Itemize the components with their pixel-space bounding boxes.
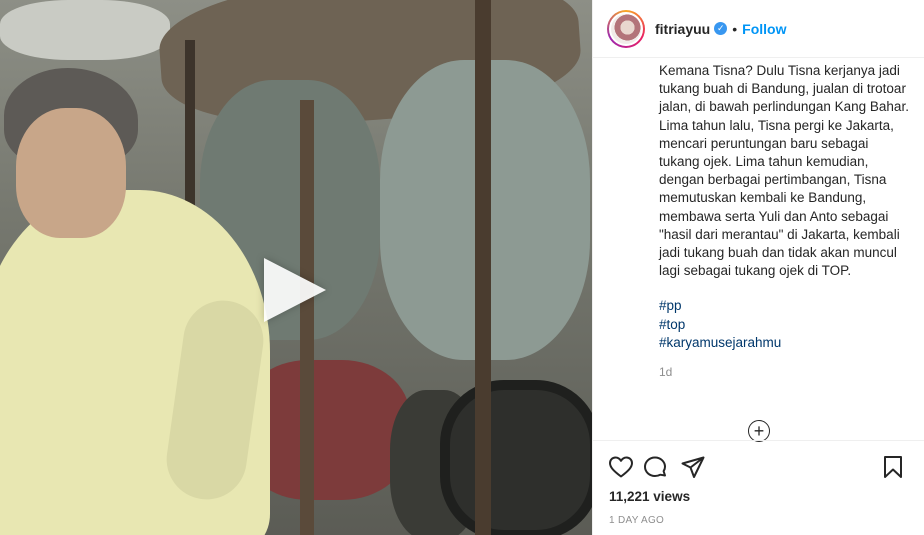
heart-icon[interactable] — [607, 453, 635, 481]
hashtag-link[interactable]: #top — [659, 316, 909, 334]
avatar-image — [609, 11, 643, 46]
post-header: fitriayuu ✓ • Follow — [593, 0, 924, 58]
post-caption: Kemana Tisna? Dulu Tisna kerjanya jadi t… — [659, 63, 909, 279]
hashtag-link[interactable]: #pp — [659, 297, 909, 315]
follow-button[interactable]: Follow — [742, 21, 786, 37]
video-frame-background — [0, 0, 170, 60]
load-more-comments-icon[interactable]: + — [748, 420, 770, 442]
action-icons — [607, 453, 913, 481]
comments-section[interactable]: Kemana Tisna? Dulu Tisna kerjanya jadi t… — [593, 58, 924, 451]
post-actions: 11,221 views 1 DAY AGO — [593, 440, 924, 535]
post-sidebar: fitriayuu ✓ • Follow Kemana Tisna? Dulu … — [592, 0, 924, 535]
avatar[interactable] — [607, 9, 645, 48]
view-count[interactable]: 11,221 views — [609, 489, 690, 504]
share-icon[interactable] — [679, 453, 707, 481]
separator-dot: • — [732, 20, 738, 37]
verified-badge-icon: ✓ — [714, 22, 728, 35]
comment-icon[interactable] — [641, 453, 669, 481]
play-icon[interactable] — [264, 258, 326, 322]
video-frame-pole — [475, 0, 491, 535]
hashtag-list: #pp #top #karyamusejarahmu — [659, 297, 909, 352]
username-link[interactable]: fitriayuu — [655, 21, 710, 37]
video-player[interactable] — [0, 0, 592, 535]
hashtag-link[interactable]: #karyamusejarahmu — [659, 334, 909, 352]
video-frame-bicycle-wheel — [440, 380, 592, 535]
caption-time[interactable]: 1d — [659, 365, 909, 379]
video-frame-person-face — [16, 108, 126, 238]
post-timestamp[interactable]: 1 DAY AGO — [609, 515, 664, 526]
bookmark-icon[interactable] — [879, 453, 907, 481]
